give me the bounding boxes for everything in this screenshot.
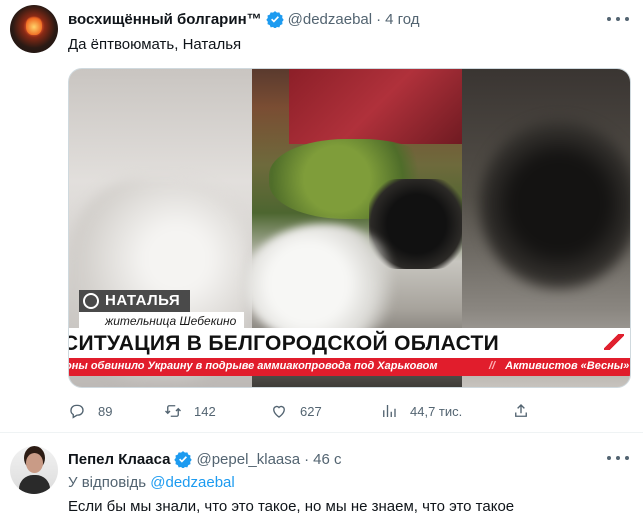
ticker-text-right-label: Активистов «Весны» зад: [505, 360, 630, 372]
reply-header: Пепел Клааса @pepel_klaasa · 46 с: [68, 449, 341, 469]
like-icon: [273, 405, 285, 418]
author-name[interactable]: восхищённый болгарин™: [68, 11, 262, 28]
reply-count: 89: [98, 403, 113, 419]
news-headline: СИТУАЦИЯ В БЕЛГОРОДСКОЙ ОБЛАСТИ: [68, 332, 500, 355]
reply-more-options-icon[interactable]: [607, 453, 629, 463]
news-ticker: оны обвинило Украину в подрыве аммиакопр…: [69, 358, 630, 376]
retweet-count: 142: [194, 403, 216, 419]
tweet-time[interactable]: 4 год: [385, 11, 419, 28]
avatar-flame: [26, 15, 42, 35]
view-count: 44,7 тис.: [410, 403, 463, 419]
author-handle[interactable]: @dedzaebal: [288, 11, 372, 28]
video-blur-right-shadow: [479, 119, 630, 289]
ticker-text-right: // Активистов «Весны» зад: [479, 360, 630, 372]
news-headline-bar: СИТУАЦИЯ В БЕЛГОРОДСКОЙ ОБЛАСТИ: [68, 328, 630, 358]
reply-text: Если бы мы знали, что это такое, но мы н…: [68, 498, 515, 515]
reply-to-line: У відповідь @dedzaebal: [68, 474, 235, 491]
tweet-video[interactable]: НАТАЛЬЯ жительница Шебекино СИТУАЦИЯ В Б…: [68, 68, 631, 388]
video-smoke: [244, 224, 404, 344]
lower-third-name-text: НАТАЛЬЯ: [105, 292, 181, 309]
video-building: [289, 69, 464, 144]
share-icon: [515, 404, 527, 417]
ticker-separator-icon: //: [489, 360, 496, 372]
share-button[interactable]: [512, 401, 542, 421]
views-button[interactable]: 44,7 тис.: [380, 401, 462, 421]
retweet-icon: [165, 405, 181, 417]
avatar-head: [26, 453, 43, 473]
tweet-text: Да ёптвоюмать, Наталья: [68, 36, 242, 53]
channel-logo-icon: [604, 334, 624, 350]
reply-avatar[interactable]: [10, 446, 58, 494]
reply-to-handle-link[interactable]: @dedzaebal: [150, 474, 234, 491]
reply-author-handle[interactable]: @pepel_klaasa: [196, 451, 300, 468]
avatar[interactable]: [10, 5, 58, 53]
separator-dot: ·: [376, 10, 382, 28]
tweet-main[interactable]: восхищённый болгарин™ @dedzaebal · 4 год…: [0, 0, 643, 433]
microphone-icon: [83, 293, 99, 309]
views-icon: [383, 405, 396, 417]
separator-dot: ·: [304, 450, 310, 468]
reply-author-name[interactable]: Пепел Клааса: [68, 451, 170, 468]
reply-button[interactable]: 89: [68, 401, 112, 421]
lower-third-name: НАТАЛЬЯ: [79, 290, 191, 312]
retweet-button[interactable]: 142: [164, 401, 216, 421]
tweet-header: восхищённый болгарин™ @dedzaebal · 4 год: [68, 9, 420, 29]
verified-badge-icon: [174, 451, 193, 468]
avatar-body: [19, 475, 50, 494]
tweet-actions: 89 142 627 44,7 тис.: [68, 401, 588, 421]
reply-to-prefix: У відповідь: [68, 474, 147, 491]
like-count: 627: [300, 403, 322, 419]
reply-icon: [70, 404, 84, 419]
like-button[interactable]: 627: [270, 401, 322, 421]
more-options-icon[interactable]: [607, 14, 629, 24]
reply-time[interactable]: 46 с: [313, 451, 341, 468]
ticker-text-left: оны обвинило Украину в подрыве аммиакопр…: [69, 360, 438, 372]
verified-badge-icon: [265, 11, 284, 28]
